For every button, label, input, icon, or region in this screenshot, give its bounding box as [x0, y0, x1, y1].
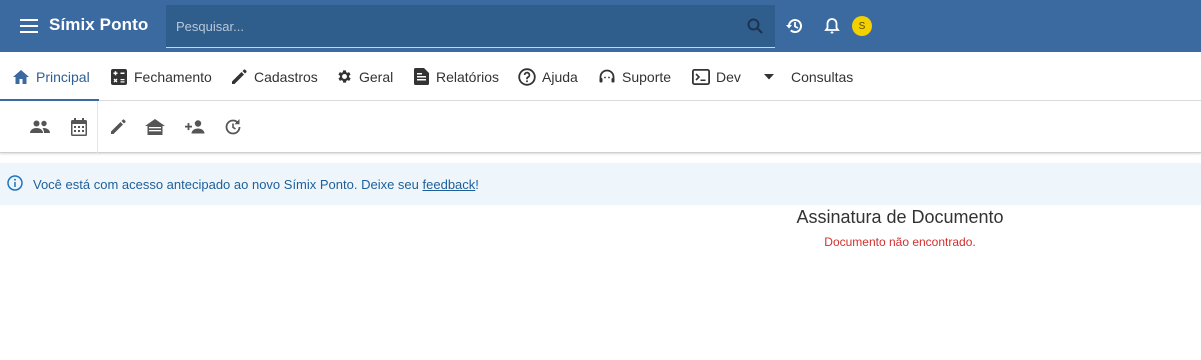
caret-down-icon: [760, 68, 778, 86]
page-title: Assinatura de Documento: [796, 207, 1004, 227]
tab-label: Cadastros: [254, 68, 318, 85]
tab-relatorios[interactable]: Relatórios: [412, 52, 499, 101]
history-icon[interactable]: [223, 117, 243, 137]
tab-fechamento[interactable]: Fechamento: [110, 52, 212, 101]
tab-label: Fechamento: [134, 68, 212, 85]
feedback-link[interactable]: feedback: [423, 177, 476, 192]
toolbar-divider: [97, 101, 98, 153]
toolbar: [0, 101, 1201, 153]
person-add-icon[interactable]: [185, 117, 205, 137]
info-message: Você está com acesso antecipado ao novo …: [33, 177, 479, 192]
house-icon[interactable]: [145, 117, 165, 137]
tab-label: Consultas: [791, 68, 854, 85]
tab-principal[interactable]: Principal: [12, 52, 90, 101]
tab-label: Principal: [36, 68, 90, 85]
terminal-icon: [692, 68, 710, 86]
tab-cadastros[interactable]: Cadastros: [230, 52, 318, 101]
tab-label: Geral: [359, 68, 394, 85]
tab-suporte[interactable]: Suporte: [598, 52, 671, 101]
info-text-before: Você está com acesso antecipado ao novo …: [33, 177, 423, 192]
headset-icon: [598, 68, 616, 86]
bell-icon[interactable]: [822, 16, 842, 36]
app-title: Símix Ponto: [49, 15, 149, 34]
search-box: [166, 5, 775, 48]
home-icon: [12, 68, 30, 86]
tab-ajuda[interactable]: Ajuda: [518, 52, 578, 101]
pencil-icon: [230, 68, 248, 86]
calendar-icon[interactable]: [69, 117, 89, 137]
search-icon[interactable]: [745, 16, 765, 36]
tab-label: Relatórios: [436, 68, 500, 85]
info-icon: [6, 174, 24, 192]
tab-label: Ajuda: [542, 68, 578, 85]
info-banner: Você está com acesso antecipado ao novo …: [0, 163, 1201, 205]
tab-dev[interactable]: Dev: [692, 52, 741, 101]
avatar[interactable]: S: [852, 16, 872, 36]
people-icon[interactable]: [30, 117, 50, 137]
menu-icon[interactable]: [19, 16, 39, 36]
gear-icon: [335, 68, 353, 86]
info-text-after: !: [475, 177, 479, 192]
tab-label: Suporte: [622, 68, 672, 85]
tab-consultas[interactable]: Consultas: [760, 52, 853, 101]
tab-geral[interactable]: Geral: [335, 52, 393, 101]
document-icon: [412, 68, 430, 86]
app-bar: Símix Ponto S: [0, 0, 1201, 52]
edit-icon[interactable]: [108, 117, 128, 137]
search-input[interactable]: [166, 5, 745, 47]
tab-bar: Principal Fechamento Cadastros Geral Rel…: [0, 52, 1201, 101]
tab-label: Dev: [716, 68, 741, 85]
error-message: Documento não encontrado.: [824, 235, 976, 249]
history-icon[interactable]: [785, 16, 805, 36]
help-circle-icon: [518, 67, 536, 86]
calculator-icon: [110, 68, 128, 86]
